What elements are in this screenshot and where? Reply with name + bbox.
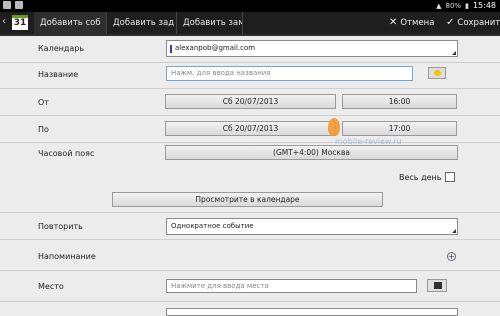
calendar-color-marker [170, 45, 172, 53]
dropdown-indicator-icon [452, 51, 456, 55]
calendar-row: Календарь alexanpob@gmail.com [0, 36, 500, 63]
from-date-button[interactable]: Сб 20/07/2013 [165, 94, 336, 109]
sticker-button[interactable] [428, 67, 446, 79]
to-time-button[interactable]: 17:00 [342, 121, 457, 136]
timezone-button[interactable]: (GMT+4:00) Москва [165, 145, 458, 160]
watermark-logo-icon [328, 118, 340, 136]
from-label: От [38, 98, 49, 107]
check-icon: ✓ [446, 17, 455, 28]
next-row [0, 302, 500, 316]
tab-add-task[interactable]: Добавить зад [107, 12, 177, 34]
watermark-text: mobile-review.ru [335, 137, 402, 146]
reminder-label: Напоминание [38, 252, 96, 261]
allday-row: Весь день [0, 166, 500, 188]
tab-add-event[interactable]: Добавить соб [34, 12, 107, 34]
save-label: Сохранить [457, 18, 500, 28]
signal-icon: ▲ [436, 1, 442, 10]
timezone-row: Часовой пояс (GMT+4:00) Москва [0, 143, 500, 165]
to-row: По Сб 20/07/2013 17:00 [0, 116, 500, 143]
back-icon[interactable]: ‹ [2, 16, 6, 27]
title-placeholder: Нажм. для ввода названия [171, 69, 271, 77]
timezone-label: Часовой пояс [38, 149, 95, 158]
screenshot-notification-icon [15, 1, 23, 9]
title-row: Название Нажм. для ввода названия [0, 63, 500, 89]
next-field[interactable] [166, 308, 458, 316]
clock: 15:48 [472, 1, 496, 10]
cancel-label: Отмена [400, 18, 435, 28]
map-icon [434, 282, 442, 289]
repeat-row: Повторить Однократное событие [0, 213, 500, 240]
calendar-app-icon[interactable]: 31 [12, 15, 28, 30]
add-reminder-icon[interactable]: + [447, 252, 456, 261]
calendar-label: Календарь [38, 44, 85, 53]
to-date-button[interactable]: Сб 20/07/2013 [165, 121, 336, 136]
repeat-select[interactable]: Однократное событие [166, 218, 458, 235]
location-row: Место Нажмите для ввода места [0, 271, 500, 302]
tab-add-note[interactable]: Добавить зам [177, 12, 243, 34]
calendar-select[interactable]: alexanpob@gmail.com [166, 40, 458, 57]
from-row: От Сб 20/07/2013 16:00 [0, 89, 500, 116]
view-in-calendar-button[interactable]: Просмотрите в календаре [112, 192, 383, 207]
allday-checkbox[interactable] [445, 172, 455, 182]
sticker-icon [434, 70, 441, 76]
from-time-button[interactable]: 16:00 [342, 94, 457, 109]
location-placeholder: Нажмите для ввода места [171, 282, 269, 290]
title-input[interactable]: Нажм. для ввода названия [166, 66, 413, 81]
battery-icon: ▮ [465, 1, 469, 10]
to-label: По [38, 125, 49, 134]
cancel-button[interactable]: ✕ Отмена [389, 12, 434, 34]
close-icon: ✕ [389, 17, 398, 28]
dropdown-indicator-icon [452, 229, 456, 233]
title-label: Название [38, 70, 79, 79]
reminder-row: Напоминание + [0, 240, 500, 271]
location-input[interactable]: Нажмите для ввода места [166, 279, 417, 293]
status-bar: ▲ 80% ▮ 15:48 [0, 0, 500, 12]
battery-level: 80% [445, 1, 462, 10]
repeat-value: Однократное событие [171, 222, 254, 230]
image-notification-icon [3, 1, 11, 9]
save-button[interactable]: ✓Сохранить [446, 12, 500, 34]
calendar-account: alexanpob@gmail.com [175, 44, 256, 52]
repeat-label: Повторить [38, 222, 83, 231]
view-in-calendar-row: Просмотрите в календаре [0, 189, 500, 213]
action-bar: ‹ 31 Добавить соб Добавить зад Добавить … [0, 12, 500, 36]
map-button[interactable] [427, 279, 447, 292]
allday-label: Весь день [399, 173, 442, 182]
location-label: Место [38, 282, 64, 291]
